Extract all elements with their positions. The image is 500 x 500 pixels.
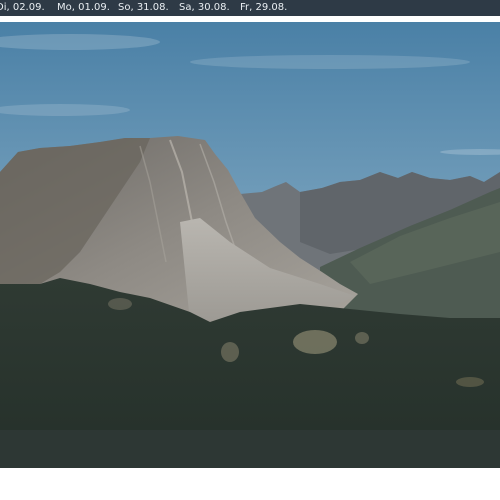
date-tab-mon-0109[interactable]: Mo, 01.09. (57, 0, 110, 16)
meadow-patch (108, 298, 132, 310)
date-tab-fri-2908[interactable]: Fr, 29.08. (240, 0, 287, 16)
meadow-patch (293, 330, 337, 354)
nav-divider (0, 16, 500, 18)
meadow-patch (456, 377, 484, 387)
date-tab-sun-3108[interactable]: So, 31.08. (118, 0, 169, 16)
date-tab-tue-0209[interactable]: Di, 02.09. (0, 0, 45, 16)
meadow-patch (221, 342, 239, 362)
date-tab-sat-3008[interactable]: Sa, 30.08. (179, 0, 230, 16)
date-navigation-bar: Di, 02.09. Mo, 01.09. So, 31.08. Sa, 30.… (0, 0, 500, 16)
cloud (190, 55, 470, 69)
webcam-image (0, 22, 500, 468)
mountain-panorama (0, 22, 500, 468)
page-background (0, 468, 500, 500)
foreground-shadow (0, 430, 500, 468)
meadow-patch (355, 332, 369, 344)
